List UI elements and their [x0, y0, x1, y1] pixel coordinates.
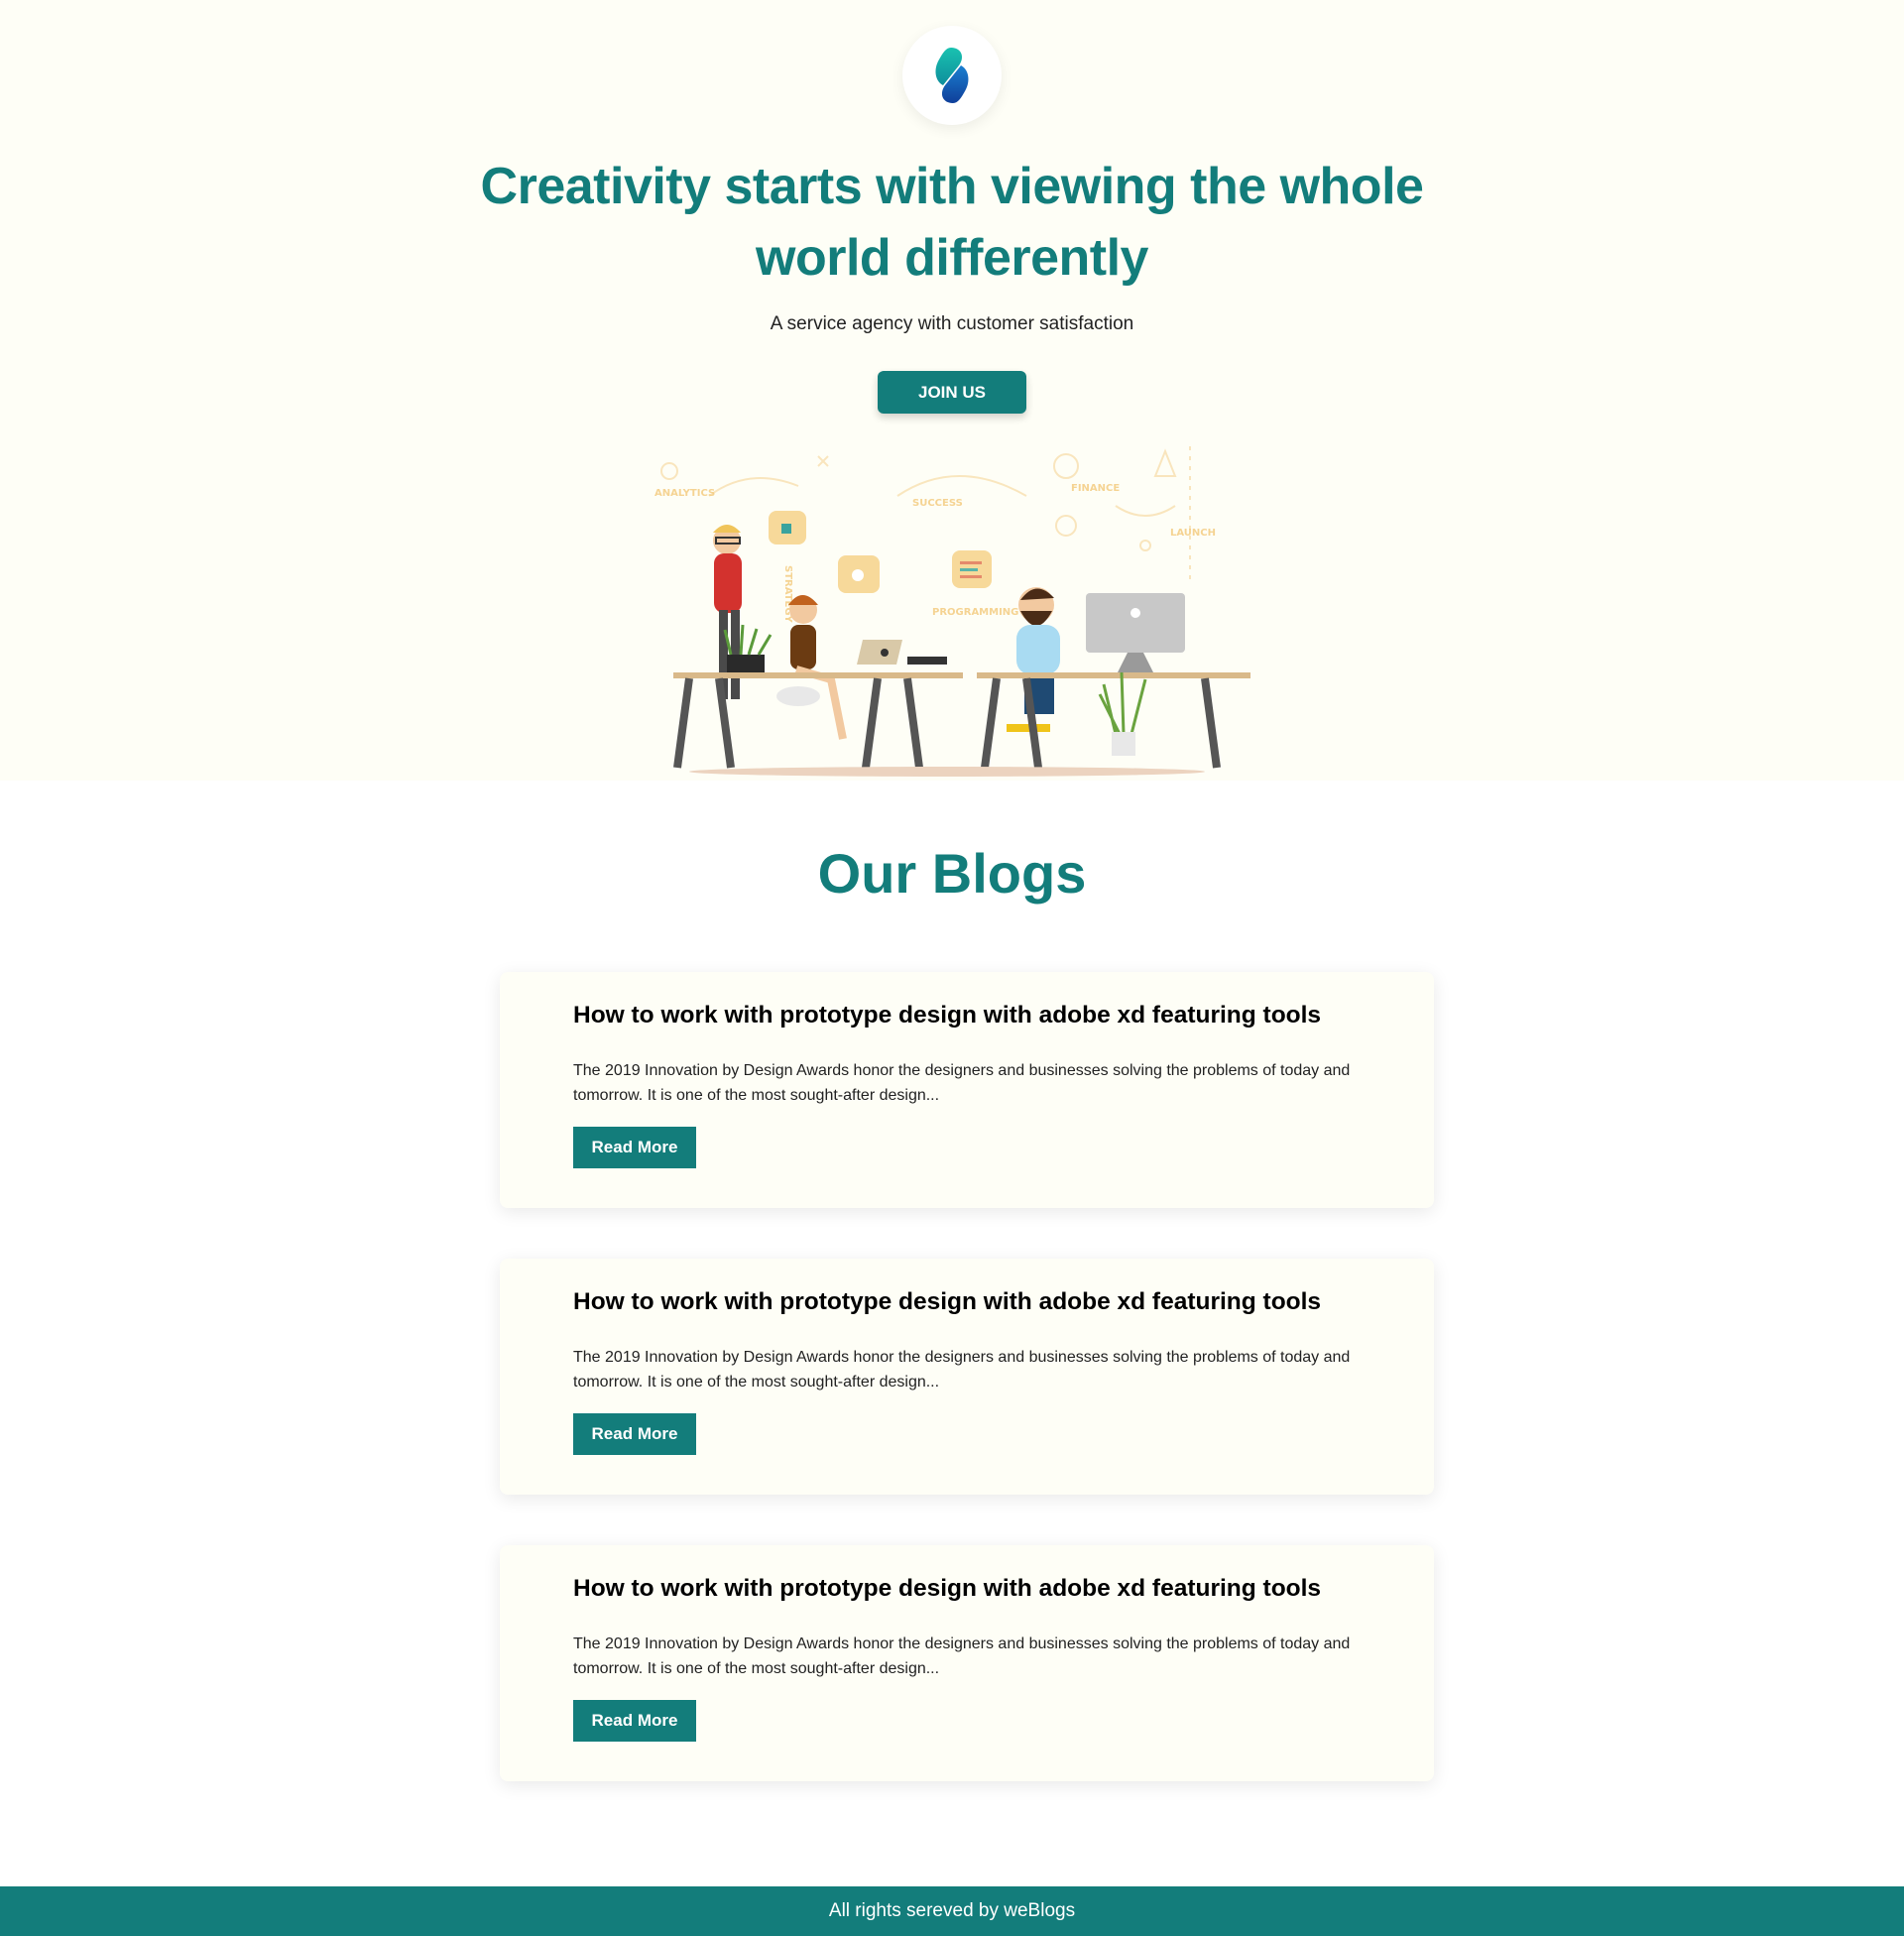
- desktop-monitor: [1086, 593, 1185, 672]
- blog-card-excerpt: The 2019 Innovation by Design Awards hon…: [573, 1349, 1351, 1391]
- footer: All rights sereved by weBlogs: [0, 1886, 1904, 1936]
- blog-card-title[interactable]: How to work with prototype design with a…: [573, 1575, 1406, 1603]
- doodle-label-programming: PROGRAMMING: [932, 607, 1018, 618]
- blog-card: How to work with prototype design with a…: [500, 1259, 1434, 1495]
- doodle-label-finance: FINANCE: [1071, 483, 1120, 494]
- hero-title: Creativity starts with viewing the whole…: [480, 158, 1424, 287]
- floor-plant: [1098, 671, 1147, 756]
- desks: [673, 672, 1250, 777]
- laptop: [857, 640, 947, 665]
- hero-section: Creativity starts with viewing the whole…: [0, 0, 1904, 781]
- blog-card-excerpt: The 2019 Innovation by Design Awards hon…: [573, 1635, 1351, 1677]
- brand-s-logo-icon: [935, 48, 969, 103]
- join-us-button[interactable]: JOIN US: [878, 371, 1026, 414]
- thought-bubbles: [769, 511, 992, 593]
- hero-subtitle: A service agency with customer satisfact…: [770, 313, 1134, 334]
- read-more-button[interactable]: Read More: [573, 1700, 696, 1742]
- brand-logo[interactable]: [902, 26, 1002, 125]
- blog-card: How to work with prototype design with a…: [500, 972, 1434, 1208]
- blog-card: How to work with prototype design with a…: [500, 1545, 1434, 1781]
- team-office-illustration: ANALYTICS SUCCESS FINANCE LAUNCH PROGRAM…: [654, 446, 1250, 777]
- doodle-label-launch: LAUNCH: [1170, 528, 1216, 539]
- blogs-heading: Our Blogs: [817, 842, 1087, 905]
- doodle-label-analytics: ANALYTICS: [654, 488, 715, 499]
- blog-card-title[interactable]: How to work with prototype design with a…: [573, 1002, 1406, 1029]
- footer-copyright: All rights sereved by weBlogs: [828, 1900, 1076, 1921]
- read-more-button[interactable]: Read More: [573, 1413, 696, 1455]
- doodle-label-success: SUCCESS: [912, 498, 963, 509]
- blog-card-title[interactable]: How to work with prototype design with a…: [573, 1288, 1406, 1316]
- read-more-button[interactable]: Read More: [573, 1127, 696, 1168]
- blog-card-excerpt: The 2019 Innovation by Design Awards hon…: [573, 1062, 1351, 1104]
